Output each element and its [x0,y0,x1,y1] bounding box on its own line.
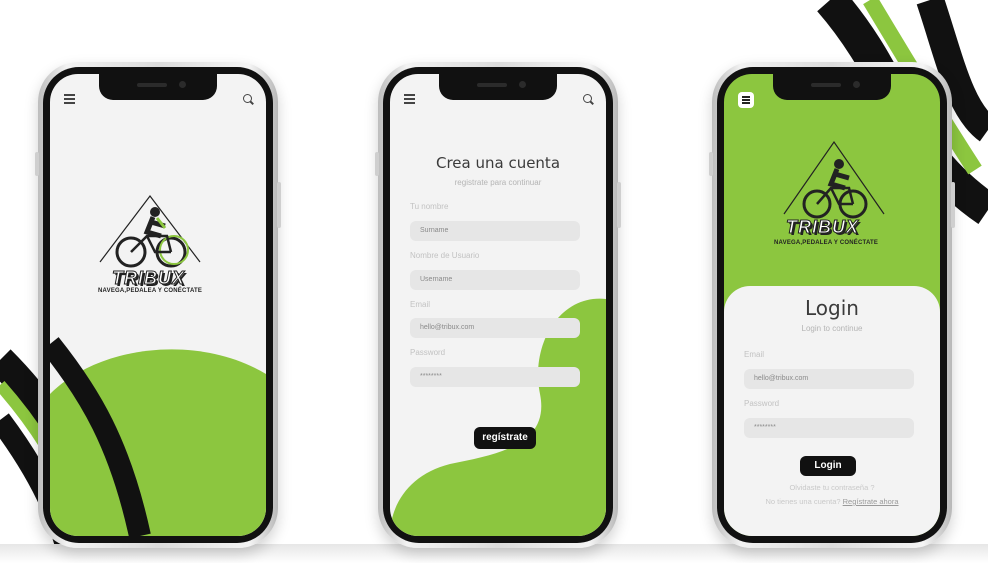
email-label: Email [744,350,765,359]
register-subtitle: registrate para continuar [454,178,542,187]
register-now-link[interactable]: Regístrate ahora [843,497,899,506]
email-field[interactable]: hello@tribux.com [410,318,580,338]
email-label: Email [410,300,431,309]
username-field[interactable]: Username [410,270,580,290]
hamburger-menu-icon[interactable] [738,92,754,108]
password-field[interactable]: ******** [410,367,580,387]
register-button[interactable]: regístrate [474,427,536,449]
register-screen: Crea una cuenta registrate para continua… [390,74,606,536]
login-card: Login Login to continue Email hello@trib… [724,286,940,536]
brand-name: TRIBUX [112,268,185,289]
no-account-text: No tienes una cuenta? [765,497,841,506]
password-field[interactable]: ******** [744,418,914,438]
cyclist-logo-icon [99,195,201,268]
email-field[interactable]: hello@tribux.com [744,369,914,389]
cyclist-logo-icon [783,140,885,219]
notch [439,74,557,100]
name-field[interactable]: Surname [410,221,580,241]
search-icon[interactable] [583,94,592,103]
login-title: Login [805,296,859,320]
splash-screen: TRIBUX NAVEGA,PEDALEA Y CONÉCTATE [50,74,266,536]
login-screen: TRIBUX NAVEGA,PEDALEA Y CONÉCTATE Login … [724,74,940,536]
phone-register: Crea una cuenta registrate para continua… [375,62,621,548]
login-button[interactable]: Login [800,456,856,476]
hamburger-menu-icon[interactable] [404,94,415,104]
notch [773,74,891,100]
username-label: Nombre de Usuario [410,251,480,260]
forgot-password-link[interactable]: Olvidaste tu contraseña ? [724,483,940,492]
notch [99,74,217,100]
brand-tagline: NAVEGA,PEDALEA Y CONÉCTATE [774,240,879,246]
register-title: Crea una cuenta [435,154,561,172]
signup-prompt: No tienes una cuenta? Regístrate ahora [724,497,940,506]
phone-login: TRIBUX NAVEGA,PEDALEA Y CONÉCTATE Login … [709,62,955,548]
login-subtitle: Login to continue [801,324,863,333]
name-label: Tu nombre [410,202,449,211]
green-wave [50,337,266,536]
brand-tagline: NAVEGA,PEDALEA Y CONÉCTATE [98,288,203,294]
phone-splash: TRIBUX NAVEGA,PEDALEA Y CONÉCTATE [35,62,281,548]
password-label: Password [410,348,446,357]
password-label: Password [744,399,780,408]
brand-name: TRIBUX [786,217,859,238]
search-icon[interactable] [243,94,252,103]
hamburger-menu-icon[interactable] [64,94,75,104]
